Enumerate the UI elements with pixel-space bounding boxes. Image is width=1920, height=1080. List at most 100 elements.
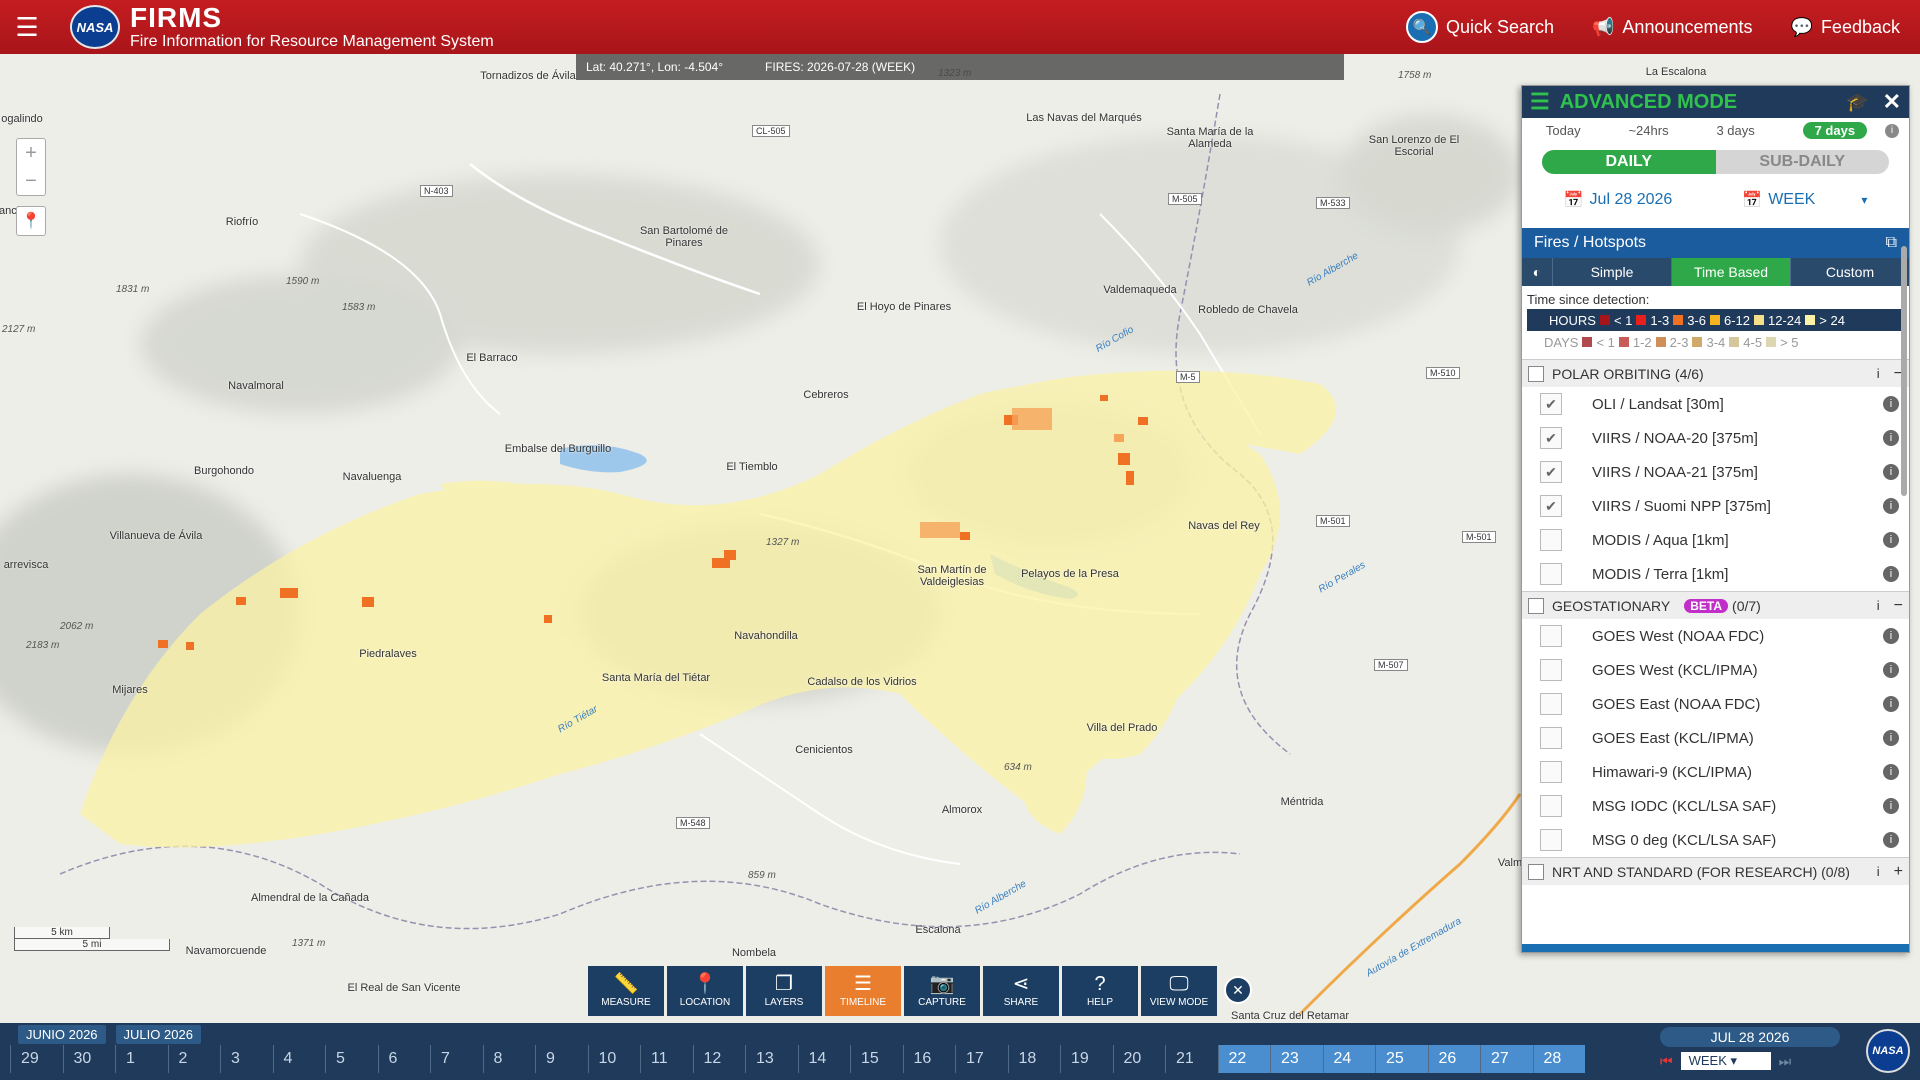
nrt-standard-group[interactable]: NRT AND STANDARD (FOR RESEARCH) (0/8) i + xyxy=(1522,857,1909,885)
legend-tab[interactable]: Simple xyxy=(1552,258,1671,286)
timeline-day[interactable]: 25 xyxy=(1375,1045,1428,1073)
source-checkbox[interactable] xyxy=(1540,563,1562,585)
satellite-source-item[interactable]: ✔ VIIRS / NOAA-21 [375m] i xyxy=(1522,455,1909,489)
timeline-day[interactable]: 19 xyxy=(1060,1045,1113,1073)
collapse-icon[interactable]: − xyxy=(1894,597,1903,615)
timeline-day[interactable]: 24 xyxy=(1322,1045,1375,1073)
legend-tab[interactable]: Custom xyxy=(1790,258,1909,286)
range-option[interactable]: 3 days xyxy=(1716,123,1754,138)
timeline-day[interactable]: 20 xyxy=(1112,1045,1166,1073)
info-icon[interactable]: i xyxy=(1883,532,1899,548)
group-checkbox[interactable] xyxy=(1528,597,1544,614)
timeline-month-label[interactable]: JUNIO 2026 xyxy=(18,1025,106,1044)
info-icon[interactable]: i xyxy=(1883,396,1899,412)
satellite-source-item[interactable]: MODIS / Terra [1km] i xyxy=(1522,557,1909,591)
timeline-day[interactable]: 18 xyxy=(1007,1045,1061,1073)
source-checkbox[interactable]: ✔ xyxy=(1540,427,1562,449)
info-icon[interactable]: i xyxy=(1883,696,1899,712)
source-checkbox[interactable] xyxy=(1540,625,1562,647)
graduation-cap-icon[interactable]: 🎓 xyxy=(1846,92,1868,113)
legend-tab[interactable]: Time Based xyxy=(1671,258,1790,286)
contrast-toggle-icon[interactable]: ◐ xyxy=(1522,258,1552,286)
satellite-source-item[interactable]: MSG IODC (KCL/LSA SAF) i xyxy=(1522,789,1909,823)
geostationary-group[interactable]: GEOSTATIONARY BETA (0/7) i − xyxy=(1522,591,1909,619)
timeline-next-icon[interactable]: ⏭ xyxy=(1779,1053,1792,1070)
subdaily-button[interactable]: SUB-DAILY xyxy=(1715,150,1889,174)
timeline-day[interactable]: 21 xyxy=(1165,1045,1218,1073)
timeline-day[interactable]: 9 xyxy=(535,1045,588,1073)
info-icon[interactable]: i xyxy=(1877,366,1880,381)
quick-search-button[interactable]: 🔍 Quick Search xyxy=(1405,11,1554,43)
satellite-source-item[interactable]: ✔ VIIRS / Suomi NPP [375m] i xyxy=(1522,489,1909,523)
geolocate-button[interactable]: 📍 xyxy=(16,206,46,236)
source-checkbox[interactable]: ✔ xyxy=(1540,495,1562,517)
timeline-day[interactable]: 30 xyxy=(62,1045,116,1073)
info-icon[interactable]: i xyxy=(1883,798,1899,814)
nasa-logo[interactable]: NASA xyxy=(70,5,120,49)
info-icon[interactable]: i xyxy=(1877,598,1880,613)
source-checkbox[interactable]: ✔ xyxy=(1540,461,1562,483)
timeline-prev-icon[interactable]: ⏮ xyxy=(1660,1053,1673,1070)
tool-location-button[interactable]: 📍 LOCATION xyxy=(667,966,743,1016)
range-option[interactable]: Today xyxy=(1546,123,1581,138)
group-checkbox[interactable] xyxy=(1528,863,1544,880)
timeline-day[interactable]: 29 xyxy=(10,1045,63,1073)
satellite-source-item[interactable]: GOES West (NOAA FDC) i xyxy=(1522,619,1909,653)
timeline-day[interactable]: 7 xyxy=(430,1045,483,1073)
timeline-day[interactable]: 23 xyxy=(1270,1045,1323,1073)
satellite-source-item[interactable]: GOES East (KCL/IPMA) i xyxy=(1522,721,1909,755)
tool-capture-button[interactable]: 📷 CAPTURE xyxy=(904,966,980,1016)
timeline-period-select[interactable]: WEEK ▾ xyxy=(1680,1052,1771,1070)
tool-timeline-button[interactable]: ☰ TIMELINE xyxy=(825,966,901,1016)
tool-view-mode-button[interactable]: 🖵 VIEW MODE xyxy=(1141,966,1217,1016)
tool-measure-button[interactable]: 📏 MEASURE xyxy=(588,966,664,1016)
satellite-source-item[interactable]: MSG 0 deg (KCL/LSA SAF) i xyxy=(1522,823,1909,857)
range-option[interactable]: 7 days xyxy=(1802,121,1868,139)
satellite-source-item[interactable]: MODIS / Aqua [1km] i xyxy=(1522,523,1909,557)
range-option[interactable]: ~24hrs xyxy=(1628,123,1668,138)
timeline-day[interactable]: 14 xyxy=(797,1045,851,1073)
satellite-source-item[interactable]: GOES West (KCL/IPMA) i xyxy=(1522,653,1909,687)
timeline-day[interactable]: 13 xyxy=(745,1045,798,1073)
timeline-day[interactable]: 26 xyxy=(1427,1045,1480,1073)
close-icon[interactable]: ✕ xyxy=(1883,89,1901,115)
source-checkbox[interactable] xyxy=(1540,529,1562,551)
range-info-icon[interactable]: i xyxy=(1885,124,1899,138)
daily-button[interactable]: DAILY xyxy=(1542,150,1716,174)
timeline-day[interactable]: 11 xyxy=(640,1045,693,1073)
menu-hamburger-icon[interactable]: ☰ xyxy=(0,0,54,54)
close-toolbar-icon[interactable]: ✕ xyxy=(1224,976,1252,1004)
timeline-day[interactable]: 4 xyxy=(272,1045,326,1073)
info-icon[interactable]: i xyxy=(1883,832,1899,848)
satellite-source-item[interactable]: ✔ VIIRS / NOAA-20 [375m] i xyxy=(1522,421,1909,455)
satellite-source-item[interactable]: ✔ OLI / Landsat [30m] i xyxy=(1522,387,1909,421)
source-checkbox[interactable] xyxy=(1540,761,1562,783)
timeline-day[interactable]: 3 xyxy=(220,1045,273,1073)
timeline-day[interactable]: 2 xyxy=(167,1045,221,1073)
timeline-current-date[interactable]: JUL 28 2026 xyxy=(1660,1027,1840,1047)
info-icon[interactable]: i xyxy=(1877,864,1880,879)
timeline-day[interactable]: 22 xyxy=(1217,1045,1270,1073)
source-checkbox[interactable] xyxy=(1540,795,1562,817)
info-icon[interactable]: i xyxy=(1883,628,1899,644)
info-icon[interactable]: i xyxy=(1883,430,1899,446)
timeline-day[interactable]: 27 xyxy=(1480,1045,1533,1073)
info-icon[interactable]: i xyxy=(1883,764,1899,780)
tool-layers-button[interactable]: ❐ LAYERS xyxy=(746,966,822,1016)
source-checkbox[interactable] xyxy=(1540,727,1562,749)
panel-scrollbar[interactable] xyxy=(1901,246,1907,496)
announcements-button[interactable]: 📢 Announcements xyxy=(1592,17,1753,38)
period-picker[interactable]: 📅 WEEK ▾ xyxy=(1742,190,1867,210)
panel-menu-icon[interactable]: ☰ xyxy=(1530,89,1550,115)
timeline-day[interactable]: 5 xyxy=(325,1045,378,1073)
timeline-day[interactable]: 8 xyxy=(482,1045,536,1073)
source-checkbox[interactable] xyxy=(1540,693,1562,715)
expand-icon[interactable]: + xyxy=(1894,863,1903,881)
brand[interactable]: FIRMS Fire Information for Resource Mana… xyxy=(130,4,494,50)
info-icon[interactable]: i xyxy=(1883,464,1899,480)
timeline-day[interactable]: 6 xyxy=(377,1045,431,1073)
group-checkbox[interactable] xyxy=(1528,365,1544,382)
polar-orbiting-group[interactable]: POLAR ORBITING (4/6) i − xyxy=(1522,359,1909,387)
info-icon[interactable]: i xyxy=(1883,730,1899,746)
timeline-month-label[interactable]: JULIO 2026 xyxy=(115,1025,201,1044)
